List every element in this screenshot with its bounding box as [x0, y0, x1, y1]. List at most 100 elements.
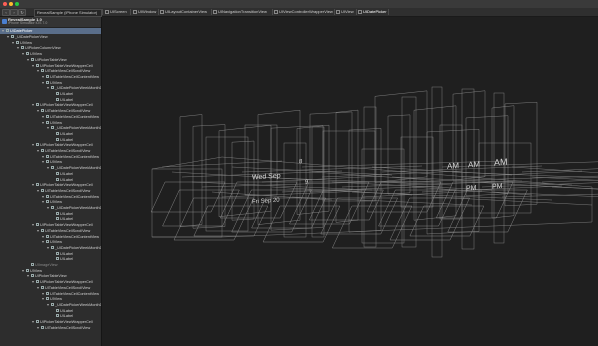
view-icon	[41, 228, 44, 232]
view-icon	[105, 10, 109, 14]
view-icon	[11, 35, 14, 38]
breadcrumb-uiview[interactable]: UIView	[336, 8, 354, 16]
app-subtitle: iPhone Simulator iOS 7.0	[8, 21, 48, 25]
breadcrumb-uiwindow[interactable]: UIWindow	[133, 8, 156, 16]
view-icon	[51, 206, 54, 209]
scene-label: PM	[466, 185, 477, 193]
view-icon	[36, 280, 39, 284]
wireframe-layer	[335, 109, 359, 223]
scheme-selector[interactable]: RevealSample (iPhone Simulator)	[34, 9, 102, 17]
view-icon	[213, 10, 217, 14]
breadcrumb-uilayoutcontainerview[interactable]: UILayoutContainerView	[160, 8, 207, 16]
app-icon	[2, 19, 7, 24]
view-icon	[31, 263, 34, 266]
wireframe-layer	[231, 140, 255, 221]
view-icon	[21, 46, 24, 50]
view-icon	[56, 251, 59, 255]
view-icon	[56, 131, 59, 135]
view-icon	[41, 109, 44, 113]
wireframe-scene[interactable]: Wed Sep Fri Sep 20 8 9 AM AM AM PM PM	[102, 17, 598, 346]
scene-label: 9	[305, 180, 309, 186]
view-icon	[36, 143, 39, 147]
view-icon	[46, 234, 49, 238]
view-icon	[36, 183, 39, 187]
wireframe-layer	[348, 128, 382, 233]
view-icon	[36, 103, 39, 107]
view-icon	[56, 177, 59, 181]
view-icon	[56, 314, 59, 318]
view-icon	[358, 10, 362, 14]
view-icon	[133, 10, 137, 14]
view-icon	[6, 29, 9, 32]
view-icon	[16, 40, 19, 44]
view-icon	[56, 137, 59, 141]
wireframe-layer	[151, 168, 223, 238]
breadcrumb-uinavigationtransitionview[interactable]: UINavigationTransitionView	[213, 8, 267, 16]
toolbar: ‹ › ↻ RevealSample (iPhone Simulator) UI…	[0, 8, 598, 17]
view-icon	[51, 302, 54, 306]
back-button[interactable]: ‹	[2, 9, 10, 16]
forward-button[interactable]: ›	[10, 9, 18, 16]
breadcrumb-uiviewcontrollerwrapperview[interactable]: UIViewControllerWrapperView	[274, 8, 333, 16]
breadcrumb-uiscreen[interactable]: UIScreen	[105, 8, 127, 16]
view-icon	[31, 274, 34, 278]
wireframe-layer	[493, 92, 505, 244]
wireframe-layer	[504, 101, 538, 207]
view-icon	[36, 223, 39, 227]
view-icon	[46, 80, 49, 84]
view-icon	[46, 291, 49, 295]
scene-label: AM	[447, 161, 459, 171]
view-icon	[51, 126, 54, 130]
view-icon	[46, 297, 49, 301]
scene-label: AM	[494, 157, 507, 168]
view-icon	[46, 154, 49, 158]
wireframe-layer	[173, 197, 254, 241]
view-icon	[41, 69, 44, 73]
zoom-window-button[interactable]	[15, 2, 19, 6]
view-hierarchy-sidebar[interactable]: RevealSample 1.0 iPhone Simulator iOS 7.…	[0, 17, 102, 346]
view-icon	[56, 97, 59, 101]
view-icon	[274, 10, 278, 14]
app-header[interactable]: RevealSample 1.0 iPhone Simulator iOS 7.…	[0, 17, 101, 28]
view-icon	[46, 160, 49, 164]
view-icon	[36, 320, 39, 323]
view-icon	[41, 325, 44, 329]
wireframe-layer	[331, 205, 413, 249]
view-icon	[336, 10, 340, 14]
view-icon	[41, 285, 44, 289]
view-icon	[46, 200, 49, 204]
view-icon	[51, 245, 54, 249]
minimize-window-button[interactable]	[9, 2, 13, 6]
scene-label: PM	[492, 183, 503, 191]
view-icon	[41, 188, 44, 192]
scene-label: 8	[299, 159, 303, 165]
view-icon	[46, 74, 49, 78]
wireframe-layer	[521, 168, 598, 173]
wireframe-layer	[179, 114, 203, 228]
view-icon	[46, 194, 49, 198]
wireframe-layer	[205, 136, 249, 232]
refresh-button[interactable]: ↻	[18, 9, 26, 16]
view-icon	[56, 217, 59, 221]
view-icon	[26, 52, 29, 56]
view-icon	[160, 10, 164, 14]
view-icon	[56, 171, 59, 175]
wireframe-layer	[551, 186, 598, 190]
tree-row[interactable]: ▾ UITableViewCellScrollView	[37, 325, 90, 331]
view-icon	[46, 120, 49, 124]
scene-label: Fri Sep 20	[252, 198, 280, 206]
view-icon	[26, 268, 29, 272]
view-icon	[56, 257, 59, 261]
breadcrumb-uidatepicker[interactable]: UIDatePicker	[358, 8, 387, 16]
view-icon	[36, 63, 39, 67]
close-window-button[interactable]	[3, 2, 7, 6]
view-icon	[46, 114, 49, 118]
view-icon	[41, 149, 44, 152]
3d-view-canvas[interactable]: Wed Sep Fri Sep 20 8 9 AM AM AM PM PM	[102, 17, 598, 346]
view-icon	[51, 166, 54, 170]
wireframe-layer	[309, 189, 384, 221]
view-icon	[31, 57, 34, 61]
view-icon	[56, 92, 59, 95]
scene-label: Wed Sep	[252, 173, 281, 182]
view-icon	[56, 308, 59, 312]
